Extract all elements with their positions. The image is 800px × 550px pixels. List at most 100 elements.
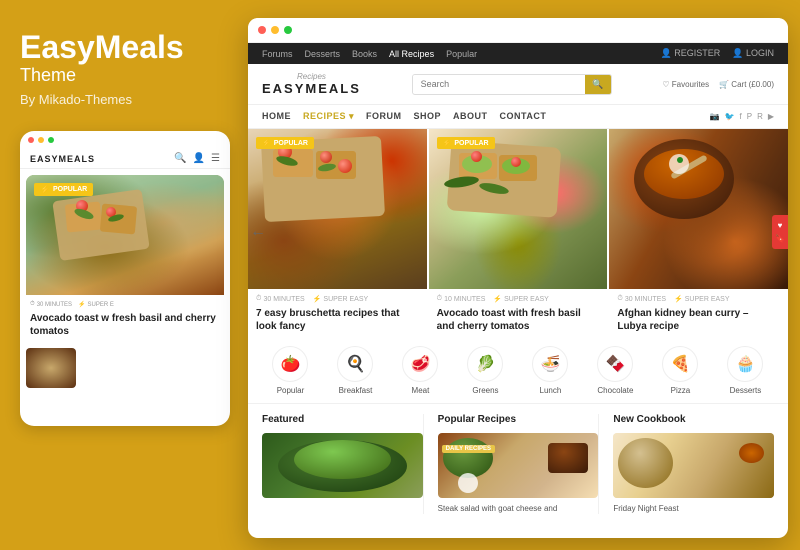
- prev-arrow[interactable]: ←: [250, 223, 266, 241]
- mobile-thumbnails: [26, 348, 224, 388]
- recipe-card-3-image: [609, 129, 788, 289]
- browser-top-bar: [248, 18, 788, 43]
- rss-icon[interactable]: R: [757, 112, 763, 121]
- card-1-difficulty: ⚡ SUPER EASY: [313, 295, 368, 303]
- heart-icon: ♥: [778, 221, 783, 230]
- featured-col: Featured: [262, 414, 423, 514]
- nav-forum[interactable]: FORUM: [366, 111, 402, 122]
- clock-icon-2: ⏱: [437, 295, 442, 303]
- mobile-card-info: ⏱ 30 MINUTES ⚡ SUPER E Avocado toast w f…: [26, 295, 224, 344]
- category-icon-pizza: 🍕: [662, 346, 698, 382]
- admin-nav-books[interactable]: Books: [352, 49, 377, 59]
- nav-contact[interactable]: CONTACT: [500, 111, 547, 122]
- category-icon-popular: 🍅: [272, 346, 308, 382]
- mobile-menu-icon[interactable]: ☰: [211, 153, 220, 164]
- mobile-mockup: EASYMEALS 🔍 👤 ☰: [20, 131, 230, 426]
- category-label-pizza: Pizza: [671, 386, 691, 395]
- category-meat[interactable]: 🥩 Meat: [402, 346, 438, 395]
- pinterest-icon[interactable]: P: [747, 112, 752, 121]
- mobile-nav-icons: 🔍 👤 ☰: [174, 153, 220, 164]
- lightning-icon-2: ⚡: [443, 139, 452, 147]
- admin-nav-desserts[interactable]: Desserts: [305, 49, 341, 59]
- instagram-icon[interactable]: 📷: [710, 112, 720, 121]
- mobile-recipe-card[interactable]: ⚡ POPULAR ⏱ 30 MINUTES ⚡ SUPER E Avocado…: [26, 175, 224, 344]
- category-desserts[interactable]: 🧁 Desserts: [727, 346, 763, 395]
- nav-about[interactable]: ABOUT: [453, 111, 488, 122]
- admin-nav-allrecipes[interactable]: All Recipes: [389, 49, 434, 59]
- mobile-search-icon[interactable]: 🔍: [174, 153, 186, 164]
- category-chocolate[interactable]: 🍫 Chocolate: [597, 346, 633, 395]
- browser-mockup: Forums Desserts Books All Recipes Popula…: [248, 18, 788, 538]
- search-input[interactable]: [413, 75, 586, 93]
- goat-cheese: [458, 473, 478, 493]
- popular-title: Popular Recipes: [438, 414, 599, 425]
- cookbook-visual: [613, 433, 774, 498]
- nav-home[interactable]: HOME: [262, 111, 291, 122]
- recipe-card-2[interactable]: ⚡ POPULAR ⏱ 10 MINUTES ⚡ SUPER EASY Avoc…: [429, 129, 610, 334]
- featured-visual: [262, 433, 423, 498]
- bolt-icon: ⚡: [78, 301, 85, 308]
- mobile-card-image: ⚡ POPULAR: [26, 175, 224, 295]
- category-label-meat: Meat: [412, 386, 430, 395]
- recipe-card-3[interactable]: ⏱ 30 MINUTES ⚡ SUPER EASY Afghan kidney …: [609, 129, 788, 334]
- site-logo[interactable]: Recipes EASYMEALS: [262, 72, 361, 96]
- mobile-dot-yellow: [38, 137, 44, 143]
- admin-nav-popular[interactable]: Popular: [446, 49, 477, 59]
- logo-script: Recipes: [297, 72, 326, 81]
- youtube-icon[interactable]: ▶: [768, 112, 774, 121]
- category-lunch[interactable]: 🍜 Lunch: [532, 346, 568, 395]
- category-label-greens: Greens: [472, 386, 498, 395]
- main-nav: HOME RECIPES ▾ FORUM SHOP ABOUT CONTACT …: [248, 105, 788, 129]
- brand-by: By Mikado-Themes: [20, 92, 228, 107]
- daily-badge: DAILY RECIPES: [442, 445, 495, 453]
- bookmark-icon: 🔖: [775, 234, 785, 243]
- bolt-icon-3: ⚡: [674, 295, 683, 303]
- category-popular[interactable]: 🍅 Popular: [272, 346, 308, 395]
- register-link[interactable]: 👤 REGISTER: [661, 48, 721, 59]
- card-3-info: ⏱ 30 MINUTES ⚡ SUPER EASY Afghan kidney …: [609, 289, 788, 334]
- category-greens[interactable]: 🥬 Greens: [467, 346, 503, 395]
- category-label-breakfast: Breakfast: [339, 386, 373, 395]
- admin-bar: Forums Desserts Books All Recipes Popula…: [248, 43, 788, 64]
- login-link[interactable]: 👤 LOGIN: [732, 48, 774, 59]
- popular-col: Popular Recipes DAILY RECIPES Steak sala…: [423, 414, 599, 514]
- twitter-icon[interactable]: 🐦: [725, 112, 735, 121]
- tomato-a2: [320, 151, 332, 163]
- cookbook-title: New Cookbook: [613, 414, 774, 425]
- cookbook-col: New Cookbook Friday Night Feast: [598, 414, 774, 514]
- clock-icon-3: ⏱: [617, 295, 622, 303]
- category-breakfast[interactable]: 🍳 Breakfast: [337, 346, 373, 395]
- category-icon-breakfast: 🍳: [337, 346, 373, 382]
- nav-shop[interactable]: SHOP: [414, 111, 442, 122]
- lightning-icon: ⚡: [40, 185, 50, 194]
- search-bar[interactable]: 🔍: [412, 74, 612, 95]
- recipe-card-2-image: ⚡ POPULAR: [429, 129, 608, 289]
- card-2-title: Avocado toast with fresh basil and cherr…: [437, 307, 600, 333]
- mobile-user-icon[interactable]: 👤: [193, 153, 205, 164]
- cookbook-book-title: Friday Night Feast: [613, 503, 774, 514]
- search-button[interactable]: 🔍: [585, 75, 610, 94]
- brand-name: EasyMeals: [20, 30, 228, 65]
- recipe-card-1[interactable]: ⚡ POPULAR ⏱ 30 MINUTES ⚡ SUPER EASY 7 ea…: [248, 129, 429, 334]
- cart-link[interactable]: 🛒 Cart (£0.00): [719, 80, 774, 89]
- card-2-popular-badge: ⚡ POPULAR: [437, 137, 495, 149]
- featured-image[interactable]: [262, 433, 423, 498]
- category-pizza[interactable]: 🍕 Pizza: [662, 346, 698, 395]
- featured-title: Featured: [262, 414, 423, 425]
- nav-recipes[interactable]: RECIPES ▾: [303, 111, 354, 122]
- cookbook-image[interactable]: [613, 433, 774, 498]
- category-label-popular: Popular: [277, 386, 305, 395]
- categories-row: 🍅 Popular 🍳 Breakfast 🥩 Meat 🥬 Greens 🍜 …: [248, 334, 788, 404]
- facebook-icon[interactable]: f: [739, 112, 741, 121]
- side-tab[interactable]: ♥ 🔖: [772, 215, 788, 249]
- card-1-title: 7 easy bruschetta recipes that look fanc…: [256, 307, 419, 333]
- lightning-icon-1: ⚡: [262, 139, 271, 147]
- bolt-icon-1: ⚡: [313, 295, 322, 303]
- tomato-b1: [471, 151, 482, 162]
- steak-recipe-title: Steak salad with goat cheese and: [438, 503, 599, 514]
- popular-image[interactable]: DAILY RECIPES: [438, 433, 599, 498]
- mobile-top-bar: [20, 131, 230, 149]
- favourites-link[interactable]: ♡ Favourites: [662, 80, 709, 89]
- category-icon-chocolate: 🍫: [597, 346, 633, 382]
- admin-nav-forums[interactable]: Forums: [262, 49, 293, 59]
